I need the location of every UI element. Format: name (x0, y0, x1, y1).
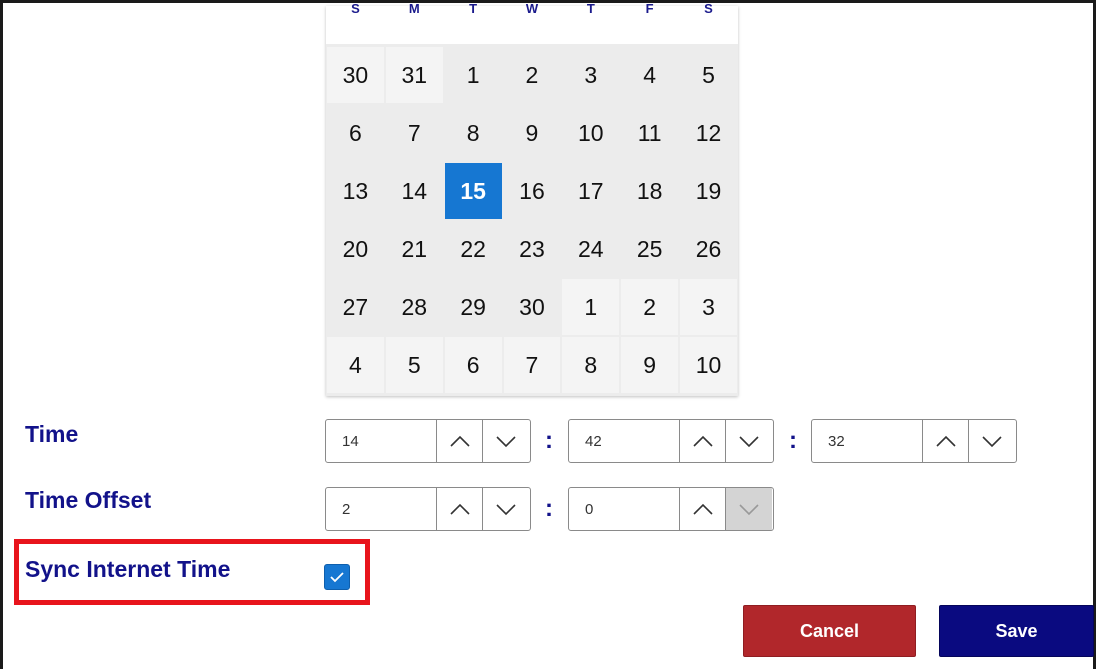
calendar-day[interactable]: 25 (621, 221, 678, 277)
time-seconds-spinner: 32 (811, 419, 1017, 463)
weekday-label: W (525, 2, 539, 14)
calendar-day[interactable]: 1 (562, 279, 620, 335)
calendar-day[interactable]: 9 (621, 337, 679, 393)
calendar-day[interactable]: 7 (503, 337, 561, 393)
calendar-day[interactable]: 6 (444, 337, 502, 393)
calendar-day[interactable]: 17 (562, 163, 619, 219)
dialog-frame: SMTWTFS 30 31 1 2 3 4 5 6 7 8 9 10 11 12 13 14 15 16 17 18 1… (0, 0, 1096, 669)
calendar-day[interactable]: 4 (327, 337, 384, 393)
time-seconds-decrement-button[interactable] (969, 420, 1015, 462)
calendar-day[interactable]: 5 (385, 337, 443, 393)
chevron-down-icon (739, 504, 759, 516)
chevron-up-icon (449, 503, 470, 515)
calendar-day[interactable]: 21 (386, 221, 443, 277)
offset-hours-spinner: 2 (325, 487, 531, 531)
checkmark-icon (330, 572, 344, 583)
time-hours-decrement-button[interactable] (483, 420, 529, 462)
sync-internet-time-label: Sync Internet Time (25, 556, 231, 582)
time-seconds-input[interactable]: 32 (812, 420, 923, 462)
time-offset-label: Time Offset (25, 487, 152, 513)
calendar-day[interactable]: 11 (621, 105, 678, 161)
calendar-day[interactable]: 12 (680, 105, 737, 161)
calendar-day[interactable]: 27 (327, 279, 384, 335)
calendar-day[interactable]: 26 (680, 221, 737, 277)
save-button[interactable]: Save (939, 605, 1094, 657)
calendar-day[interactable]: 8 (445, 105, 502, 161)
calendar-day[interactable]: 29 (445, 279, 502, 335)
time-separator-2: : (789, 427, 797, 454)
offset-minutes-spinner: 0 (568, 487, 774, 531)
weekday-label: S (704, 2, 713, 14)
chevron-up-icon (692, 503, 713, 515)
time-hours-spinner: 14 (325, 419, 531, 463)
time-minutes-spinner: 42 (568, 419, 774, 463)
calendar-day[interactable]: 13 (327, 163, 384, 219)
weekday-label: T (586, 2, 595, 14)
calendar-day[interactable]: 24 (562, 221, 619, 277)
time-separator-1: : (545, 427, 553, 454)
time-label: Time (25, 421, 79, 447)
calendar-day[interactable]: 3 (562, 47, 619, 103)
calendar-day[interactable]: 8 (562, 337, 620, 393)
calendar-day[interactable]: 4 (621, 47, 678, 103)
time-minutes-decrement-button[interactable] (726, 420, 772, 462)
calendar-day[interactable]: 2 (621, 279, 679, 335)
calendar-day[interactable]: 30 (327, 47, 384, 103)
calendar-day[interactable]: 20 (327, 221, 384, 277)
time-minutes-increment-button[interactable] (680, 420, 726, 462)
calendar-day-selected[interactable]: 15 (444, 163, 502, 219)
calendar-day[interactable]: 18 (621, 163, 678, 219)
calendar-day[interactable]: 3 (680, 279, 737, 335)
time-hours-input[interactable]: 14 (326, 420, 437, 462)
date-calendar: SMTWTFS 30 31 1 2 3 4 5 6 7 8 9 10 11 12 13 14 15 16 17 18 1… (326, 2, 738, 396)
sync-internet-time-checkbox[interactable] (324, 564, 350, 590)
cancel-button[interactable]: Cancel (743, 605, 916, 657)
offset-hours-input[interactable]: 2 (326, 488, 437, 530)
offset-separator: : (545, 495, 553, 522)
offset-hours-decrement-button[interactable] (483, 488, 529, 530)
time-seconds-increment-button[interactable] (923, 420, 969, 462)
calendar-day[interactable]: 10 (680, 337, 737, 393)
calendar-day[interactable]: 16 (504, 163, 561, 219)
weekday-label: F (645, 2, 654, 14)
weekday-label: T (469, 2, 478, 14)
calendar-day[interactable]: 9 (504, 105, 561, 161)
chevron-down-icon (982, 436, 1002, 448)
calendar-day[interactable]: 7 (386, 105, 443, 161)
calendar-day[interactable]: 6 (327, 105, 384, 161)
chevron-up-icon (935, 435, 956, 447)
time-hours-increment-button[interactable] (437, 420, 483, 462)
calendar-day[interactable]: 1 (445, 47, 502, 103)
time-minutes-input[interactable]: 42 (569, 420, 680, 462)
chevron-up-icon (692, 435, 713, 447)
chevron-up-icon (449, 435, 470, 447)
calendar-weekday-header: SMTWTFS (326, 2, 738, 44)
calendar-day[interactable]: 10 (562, 105, 619, 161)
chevron-down-icon (496, 504, 516, 516)
weekday-label: S (351, 2, 360, 14)
calendar-days-grid: 30 31 1 2 3 4 5 6 7 8 9 10 11 12 13 14 15 16 17 18 19 20 21 22 2… (326, 46, 738, 394)
offset-hours-increment-button[interactable] (437, 488, 483, 530)
calendar-day[interactable]: 30 (504, 279, 561, 335)
calendar-day[interactable]: 2 (504, 47, 561, 103)
chevron-down-icon (739, 436, 759, 448)
calendar-day[interactable]: 14 (386, 163, 443, 219)
calendar-day[interactable]: 31 (385, 47, 443, 103)
calendar-day[interactable]: 19 (680, 163, 737, 219)
calendar-day[interactable]: 5 (680, 47, 737, 103)
calendar-day[interactable]: 28 (386, 279, 443, 335)
offset-minutes-increment-button[interactable] (680, 488, 726, 530)
weekday-label: M (408, 2, 420, 14)
calendar-day[interactable]: 23 (504, 221, 561, 277)
offset-minutes-decrement-button[interactable] (726, 488, 772, 530)
chevron-down-icon (496, 436, 516, 448)
offset-minutes-input[interactable]: 0 (569, 488, 680, 530)
calendar-day[interactable]: 22 (445, 221, 502, 277)
